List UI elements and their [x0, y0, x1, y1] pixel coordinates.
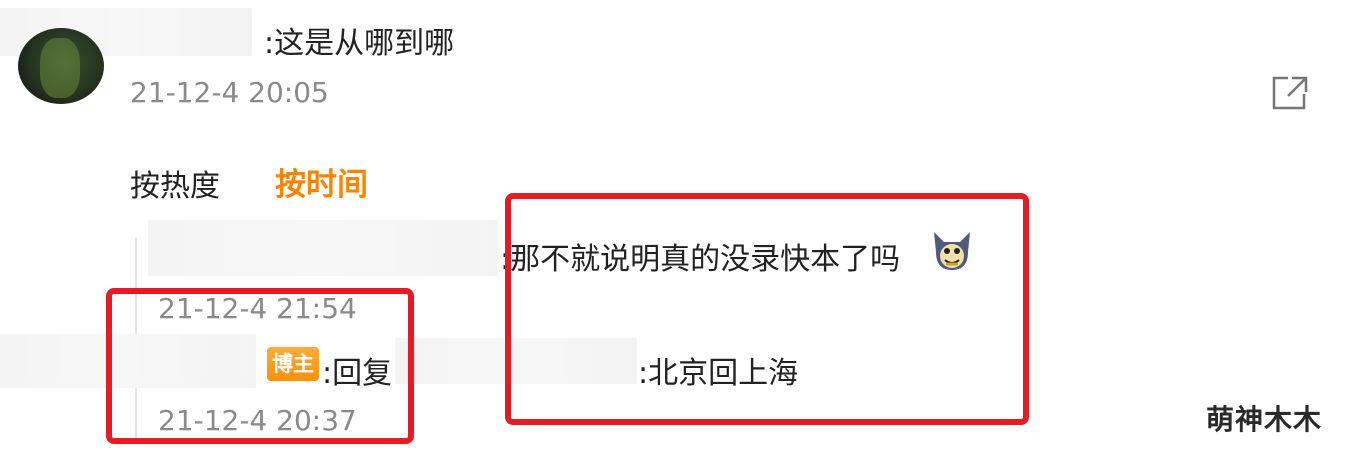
parent-comment-text: :这是从哪到哪 — [264, 26, 455, 61]
tab-sort-by-time[interactable]: 按时间 — [275, 159, 368, 204]
watermark: 萌神木木 — [1206, 403, 1323, 436]
parent-comment-time: 21-12-4 20:05 — [130, 76, 329, 109]
share-icon[interactable] — [1270, 74, 1310, 112]
tab-sort-by-hot[interactable]: 按热度 — [130, 161, 220, 205]
blurred-username — [148, 220, 498, 276]
highlight-box-times — [106, 288, 414, 444]
avatar[interactable] — [18, 28, 104, 104]
highlight-box-texts — [505, 193, 1029, 425]
